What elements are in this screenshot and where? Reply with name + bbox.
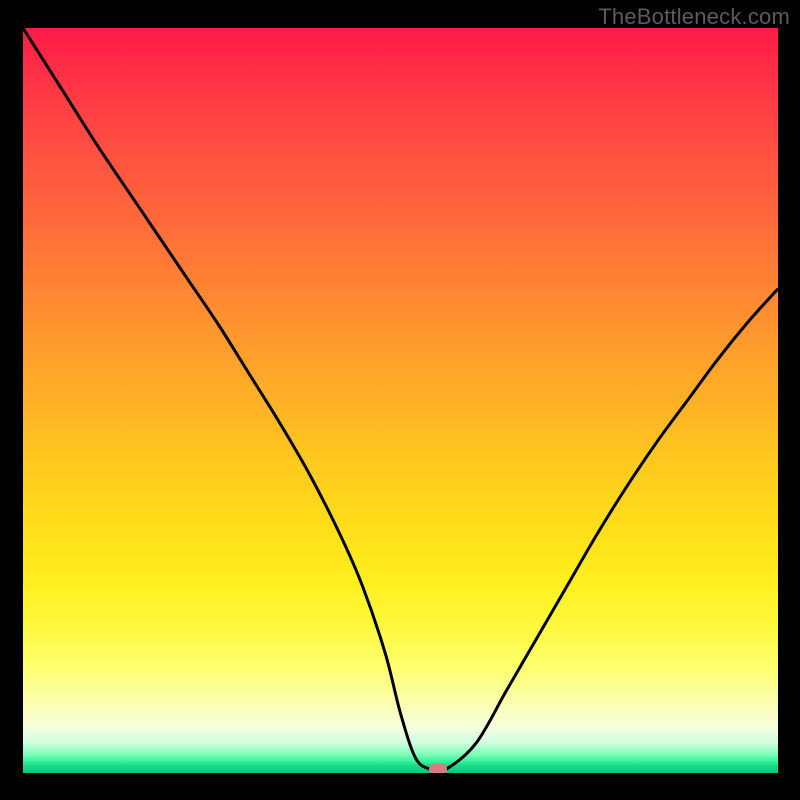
chart-frame: TheBottleneck.com	[0, 0, 800, 800]
optimal-point-marker	[429, 764, 447, 773]
plot-area	[23, 28, 778, 773]
bottleneck-curve	[23, 28, 778, 773]
watermark-text: TheBottleneck.com	[598, 4, 790, 30]
